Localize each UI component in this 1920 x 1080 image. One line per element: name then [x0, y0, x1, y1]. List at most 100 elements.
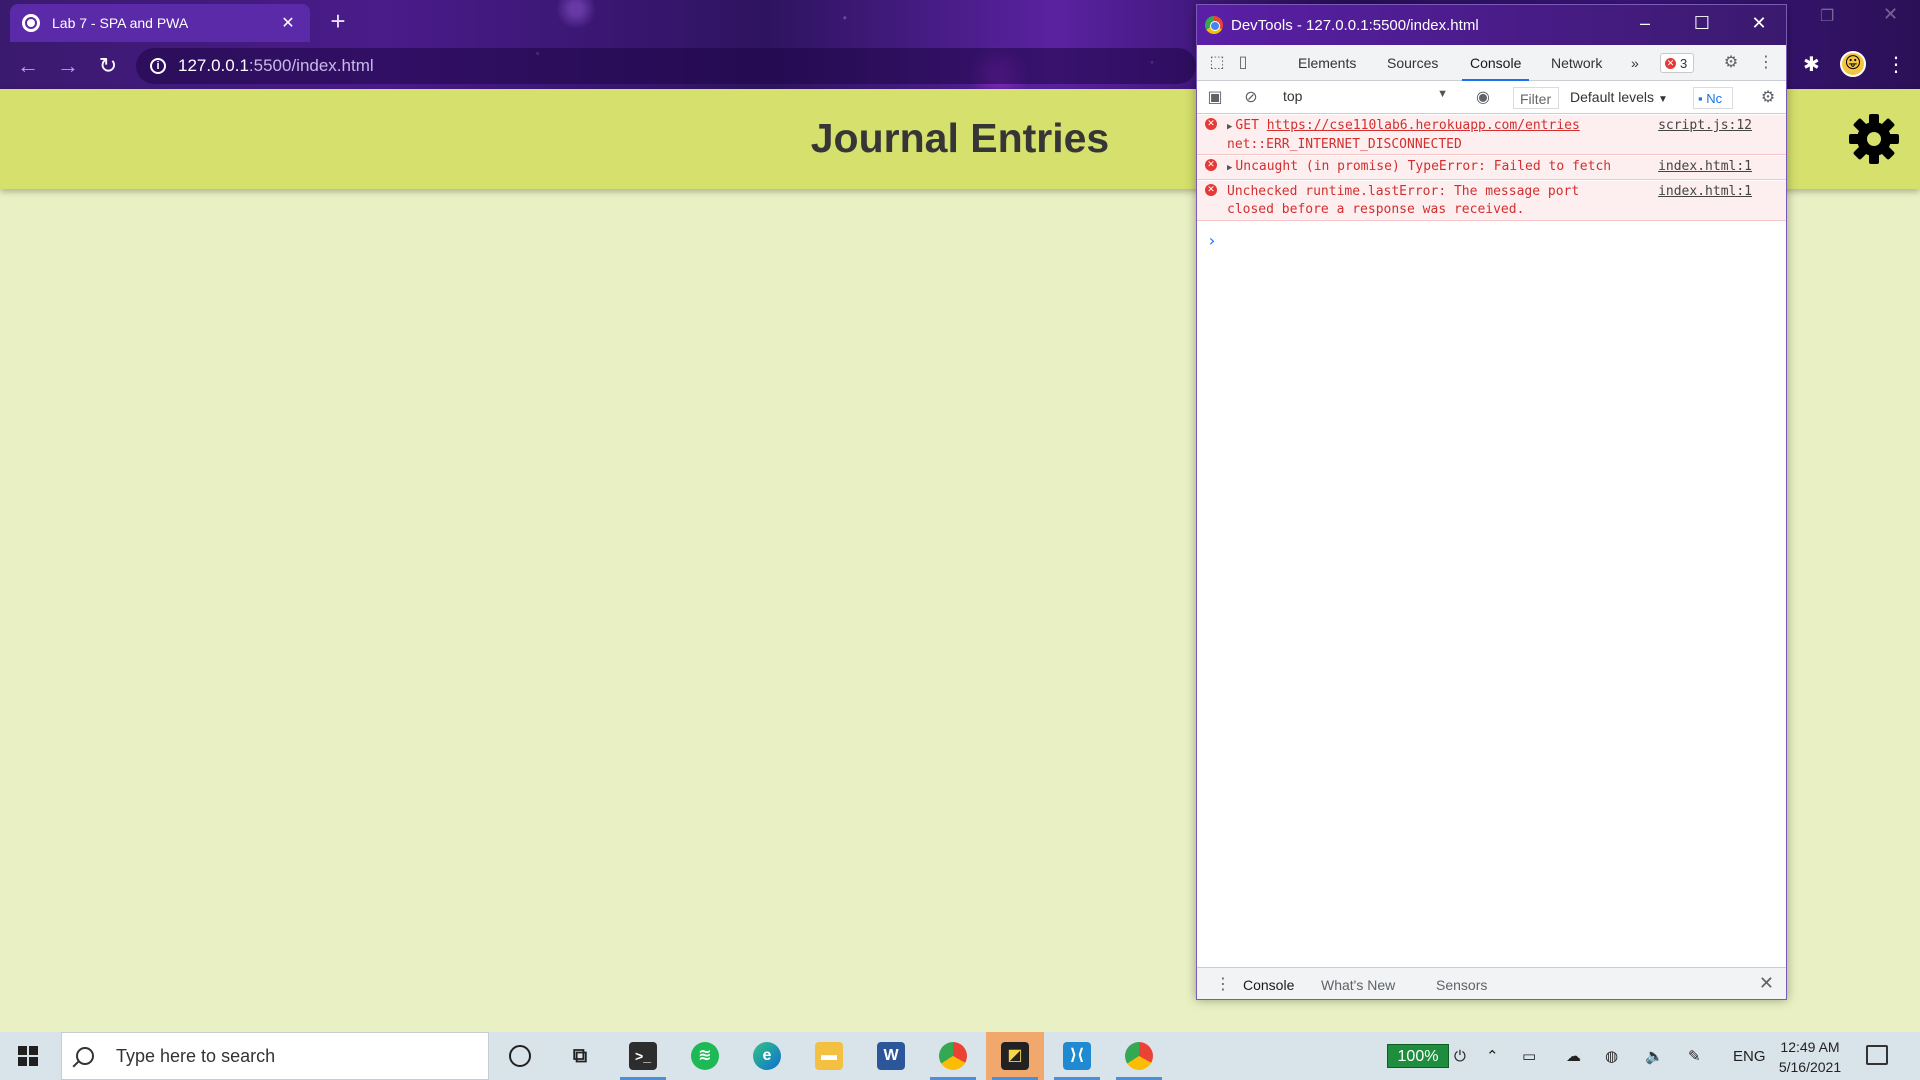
window-close-icon[interactable]: ✕ — [1883, 4, 1898, 25]
console-message: ▶ Uncaught (in promise) TypeError: Failed… — [1227, 159, 1612, 174]
console-error-row[interactable]: ✕ ▶ GET https://cse110lab6.herokuapp.com/… — [1197, 115, 1786, 155]
network-globe-icon[interactable]: ◍ — [1605, 1032, 1618, 1080]
console-message: Unchecked runtime.lastError: The message… — [1227, 184, 1580, 217]
profile-avatar[interactable]: 😛 — [1840, 51, 1866, 77]
browser-menu-icon[interactable]: ⋮ — [1886, 52, 1906, 77]
onedrive-cloud-icon[interactable]: ☁ — [1566, 1032, 1581, 1080]
chevron-down-icon: ▼ — [1658, 94, 1668, 105]
windows-taskbar: Type here to search ⧉ >_ ≋ e ▬ W ◩ ⟩⟨ 10… — [0, 1032, 1920, 1080]
devtools-window: DevTools - 127.0.0.1:5500/index.html – ☐… — [1196, 4, 1787, 1000]
error-count-badge[interactable]: ✕ 3 — [1660, 53, 1695, 73]
issues-button[interactable]: ▪ Nc — [1693, 87, 1733, 109]
edge-app-icon[interactable]: e — [738, 1032, 796, 1080]
source-link[interactable]: index.html:1 — [1658, 158, 1752, 176]
expand-triangle-icon[interactable]: ▶ — [1227, 163, 1232, 173]
console-toolbar: ▣ ⊘ top ▼ ◉ Filter Default levels ▼ ▪ Nc … — [1197, 82, 1786, 114]
spotify-app-icon[interactable]: ≋ — [676, 1032, 734, 1080]
pen-icon[interactable]: ✎ — [1688, 1032, 1701, 1080]
console-settings-icon[interactable]: ⚙ — [1758, 88, 1778, 108]
more-tabs-icon[interactable]: » — [1631, 55, 1639, 71]
context-select[interactable]: top ▼ — [1283, 88, 1448, 108]
battery-icon[interactable]: ▭ — [1522, 1032, 1536, 1080]
terminal-app-icon[interactable]: >_ — [614, 1032, 672, 1080]
drawer-tab-whats-new[interactable]: What's New — [1321, 977, 1395, 993]
task-view-icon[interactable]: ⧉ — [551, 1032, 609, 1080]
cortana-icon[interactable] — [491, 1032, 549, 1080]
back-arrow-icon[interactable]: ← — [14, 52, 42, 80]
address-bar[interactable]: i 127.0.0.1:5500/index.html — [136, 48, 1196, 84]
url-host: 127.0.0.1 — [178, 56, 249, 75]
request-url-link[interactable]: https://cse110lab6.herokuapp.com/entries — [1267, 118, 1580, 133]
new-tab-button[interactable]: + — [325, 8, 351, 34]
notification-center-icon[interactable] — [1866, 1045, 1888, 1065]
taskbar-clock[interactable]: 12:49 AM 5/16/2021 — [1775, 1037, 1845, 1077]
tab-network[interactable]: Network — [1551, 55, 1602, 71]
chrome-profile-app-icon[interactable] — [1110, 1032, 1168, 1080]
console-prompt[interactable]: › — [1207, 231, 1217, 250]
site-info-icon[interactable]: i — [150, 58, 166, 74]
console-filter-input[interactable]: Filter — [1513, 87, 1559, 109]
log-levels-dropdown[interactable]: Default levels ▼ — [1570, 89, 1668, 105]
battery-indicator[interactable]: 100% — [1387, 1044, 1449, 1068]
tab-title: Lab 7 - SPA and PWA — [52, 15, 189, 31]
devtools-settings-icon[interactable]: ⚙ — [1721, 53, 1741, 73]
source-link[interactable]: script.js:12 — [1658, 117, 1752, 135]
sidebar-toggle-icon[interactable]: ▣ — [1205, 88, 1225, 108]
forward-arrow-icon[interactable]: → — [54, 52, 82, 80]
devtools-drawer: ⋮ Console What's New Sensors ✕ — [1197, 967, 1786, 999]
sticky-notes-icon[interactable]: ◩ — [986, 1032, 1044, 1080]
live-expression-eye-icon[interactable]: ◉ — [1473, 88, 1493, 108]
console-message: ▶ GET https://cse110lab6.herokuapp.com/en… — [1227, 118, 1580, 152]
drawer-close-icon[interactable]: ✕ — [1759, 973, 1774, 994]
word-app-icon[interactable]: W — [862, 1032, 920, 1080]
inspect-element-icon[interactable]: ⬚ — [1207, 53, 1227, 73]
browser-tab[interactable]: Lab 7 - SPA and PWA ✕ — [10, 4, 310, 42]
globe-icon — [22, 14, 40, 32]
maximize-icon[interactable]: ☐ — [1690, 13, 1714, 34]
error-icon: ✕ — [1205, 184, 1217, 196]
console-error-row[interactable]: ✕ ▶ Uncaught (in promise) TypeError: Fail… — [1197, 156, 1786, 180]
show-hidden-icons[interactable]: ⌃ — [1486, 1032, 1499, 1080]
chrome-app-icon[interactable] — [924, 1032, 982, 1080]
error-count: 3 — [1680, 55, 1688, 71]
chrome-logo-icon — [1205, 16, 1223, 34]
minimize-icon[interactable]: – — [1633, 13, 1657, 34]
settings-gear-icon[interactable] — [1848, 113, 1900, 165]
reload-icon[interactable]: ↻ — [94, 52, 122, 80]
levels-label: Default levels — [1570, 89, 1655, 105]
device-toolbar-icon[interactable]: ▯ — [1233, 53, 1253, 73]
language-indicator[interactable]: ENG — [1733, 1032, 1766, 1080]
devtools-menu-icon[interactable]: ⋮ — [1756, 53, 1776, 73]
context-value: top — [1283, 88, 1303, 104]
drawer-tab-sensors[interactable]: Sensors — [1436, 977, 1487, 993]
devtools-tab-bar: ⬚ ▯ Elements Sources Console Network » ✕… — [1197, 45, 1786, 81]
issues-label: Nc — [1706, 91, 1723, 106]
taskbar-search-input[interactable]: Type here to search — [61, 1032, 489, 1080]
devtools-close-icon[interactable]: ✕ — [1747, 13, 1771, 34]
search-placeholder: Type here to search — [116, 1045, 276, 1066]
error-icon: ✕ — [1205, 159, 1217, 171]
volume-icon[interactable]: 🔈 — [1645, 1032, 1664, 1080]
power-plug-icon[interactable]: ⏻ — [1454, 1032, 1466, 1080]
file-explorer-icon[interactable]: ▬ — [800, 1032, 858, 1080]
chevron-down-icon: ▼ — [1437, 88, 1448, 100]
windows-start-icon[interactable] — [18, 1046, 38, 1066]
drawer-menu-icon[interactable]: ⋮ — [1215, 974, 1231, 994]
tab-elements[interactable]: Elements — [1298, 55, 1356, 71]
expand-triangle-icon[interactable]: ▶ — [1227, 122, 1232, 132]
tab-sources[interactable]: Sources — [1387, 55, 1438, 71]
source-link[interactable]: index.html:1 — [1658, 183, 1752, 201]
clock-time: 12:49 AM — [1780, 1039, 1840, 1055]
clear-console-icon[interactable]: ⊘ — [1241, 88, 1261, 108]
restore-icon[interactable]: ❐ — [1820, 6, 1834, 26]
vscode-app-icon[interactable]: ⟩⟨ — [1048, 1032, 1106, 1080]
devtools-titlebar: DevTools - 127.0.0.1:5500/index.html – ☐… — [1197, 5, 1786, 45]
console-error-row[interactable]: ✕ Unchecked runtime.lastError: The messa… — [1197, 181, 1786, 221]
extensions-puzzle-icon[interactable]: ✱ — [1803, 52, 1825, 76]
tab-console[interactable]: Console — [1461, 55, 1530, 81]
error-icon: ✕ — [1205, 118, 1217, 130]
search-icon — [76, 1047, 94, 1065]
tab-close-icon[interactable]: ✕ — [278, 13, 298, 33]
url-path: :5500/index.html — [248, 56, 374, 75]
drawer-tab-console[interactable]: Console — [1243, 977, 1294, 993]
